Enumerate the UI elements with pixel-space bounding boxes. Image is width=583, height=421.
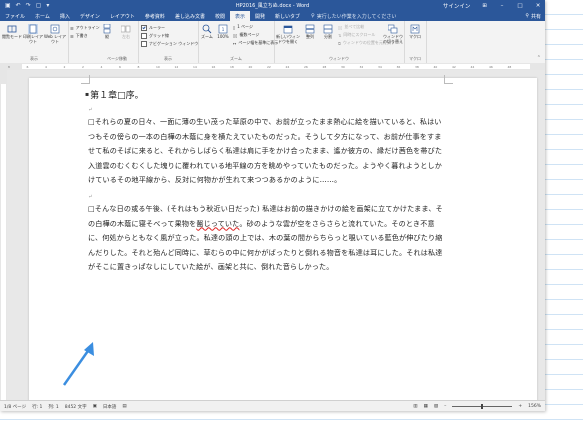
zoom-in-icon[interactable]: + [518,404,522,409]
web-layout-view-icon[interactable]: ▧ [434,404,438,409]
language[interactable]: 日本語 [103,404,117,410]
print-layout-view-icon[interactable]: ▦ [424,404,428,409]
proofing-icon[interactable]: ▣ [93,404,97,409]
paragraph-1[interactable]: □それらの夏の日々、一面に薄の生い茂った草原の中で、お前が立ったまま熱心に絵を描… [88,115,444,188]
word-count[interactable]: 8452 文字 [65,404,87,410]
status-bar: 1/8 ページ 行: 1 列: 1 8452 文字 ▣ 日本語 ▤ ▥ ▦ ▧ … [0,400,545,411]
page-count[interactable]: 1/8 ページ [4,404,26,410]
margin-corner-tr [444,75,453,84]
macro-record-icon[interactable]: ▤ [122,404,126,409]
zoom-out-icon[interactable]: – [444,404,446,409]
zoom-level[interactable]: 156% [528,404,541,409]
zoom-slider[interactable] [452,404,513,409]
line-number: 行: 1 [32,404,43,410]
paragraph-2[interactable]: □そんな日の或る午後、(それはもう秋近い日だった) 私達はお前の描きかけの絵を画… [88,202,444,275]
spelling-flag: 齧じっていた [196,218,240,228]
paragraph-mark: ↵ [88,193,93,200]
annotation-arrow-icon [62,342,94,386]
heading-bullet-icon: ▪ [85,91,90,98]
paragraph-mark: ↵ [88,107,93,113]
document-body[interactable]: ▪ 第１章□序。 ↵ □それらの夏の日々、一面に薄の生い茂った草原の中で、お前が… [85,82,444,275]
column-number: 列: 1 [48,404,59,410]
read-mode-view-icon[interactable]: ▥ [413,404,417,409]
chapter-heading[interactable]: ▪ 第１章□序。 [85,88,444,101]
